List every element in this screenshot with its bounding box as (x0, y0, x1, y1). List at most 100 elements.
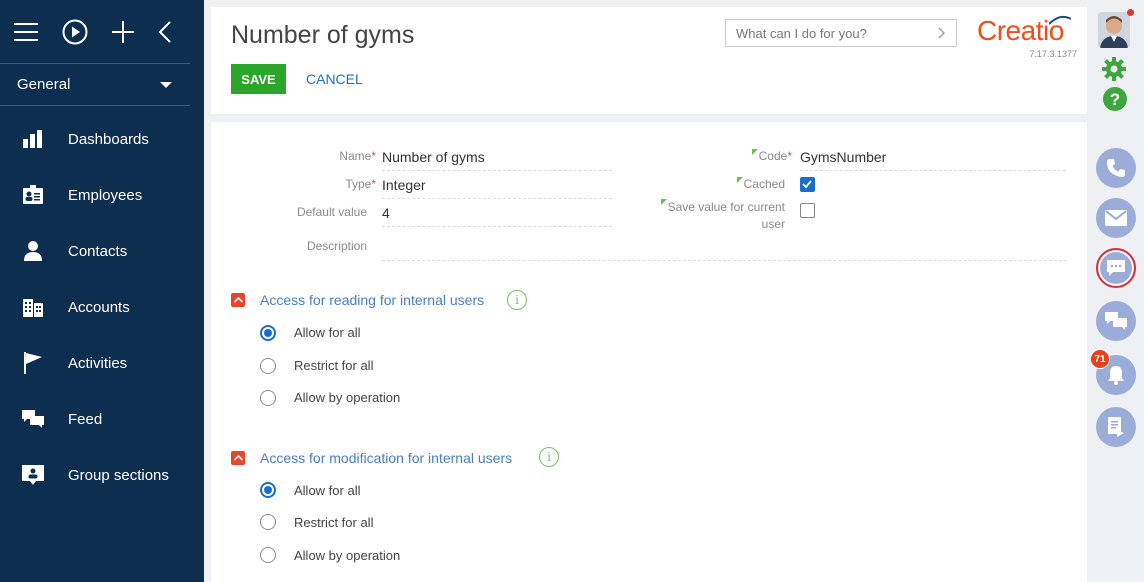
chevron-down-icon (160, 81, 172, 88)
section-title-reading[interactable]: Access for reading for internal users (260, 292, 484, 308)
sidebar-item-activities[interactable]: Activities (0, 335, 204, 391)
name-field-underline (382, 170, 612, 171)
help-icon[interactable]: ? (1102, 86, 1128, 117)
employees-icon (22, 184, 44, 206)
info-icon[interactable]: i (507, 290, 527, 310)
bell-icon (1108, 366, 1124, 385)
section-nav: Dashboards Employees Contacts Accounts A… (0, 106, 204, 503)
gear-icon[interactable] (1101, 56, 1127, 87)
default-value-label: Default value (296, 205, 367, 219)
info-icon[interactable]: i (539, 447, 559, 467)
type-label: Type* (301, 177, 376, 191)
indicator-triangle-icon (751, 149, 758, 155)
radio-reading-restrict-all[interactable] (260, 358, 276, 374)
radio-label: Allow by operation (294, 548, 401, 563)
required-marker: * (371, 177, 376, 191)
radio-label: Allow for all (294, 325, 361, 340)
chevron-up-icon (233, 297, 243, 303)
sidebar-item-label: Dashboards (68, 130, 149, 148)
sidebar-topbar (0, 0, 190, 64)
email-icon (1105, 210, 1127, 226)
required-marker: * (371, 149, 376, 163)
cached-label: Cached (711, 177, 785, 191)
logo-swoosh-icon (1049, 15, 1071, 25)
page-title: Number of gyms (231, 21, 415, 49)
sidebar-item-employees[interactable]: Employees (0, 167, 204, 223)
sidebar-item-group-sections[interactable]: Group sections (0, 447, 204, 503)
chat-icon (1107, 260, 1125, 276)
status-dot (1127, 9, 1134, 16)
default-value-underline (382, 226, 612, 227)
plus-icon[interactable] (112, 18, 134, 46)
sidebar-item-contacts[interactable]: Contacts (0, 223, 204, 279)
type-field[interactable]: Integer (382, 177, 426, 193)
radio-reading-allow-all[interactable] (260, 325, 276, 341)
command-search-input[interactable]: What can I do for you? (725, 19, 957, 47)
chevron-up-icon (233, 455, 243, 461)
description-field[interactable] (382, 239, 1067, 259)
name-label: Name* (301, 149, 376, 163)
activities-icon (22, 352, 44, 374)
radio-label: Allow by operation (294, 390, 401, 405)
page-header: Number of gyms SAVE CANCEL What can I do… (211, 7, 1087, 114)
sidebar-item-label: Group sections (68, 466, 169, 484)
sidebar-item-label: Contacts (68, 242, 128, 260)
phone-button[interactable] (1096, 148, 1136, 188)
radio-modification-allow-all[interactable] (260, 482, 276, 498)
sidebar-item-accounts[interactable]: Accounts (0, 279, 204, 335)
description-underline (382, 260, 1067, 261)
version-number: 7.17.3.1377 (1029, 49, 1077, 59)
accounts-icon (22, 296, 44, 318)
feed-panel-button[interactable] (1096, 301, 1136, 341)
chat-button[interactable] (1096, 248, 1136, 288)
indicator-triangle-icon (660, 199, 667, 205)
name-label-text: Name (339, 149, 372, 163)
cached-checkbox[interactable] (800, 177, 815, 192)
sidebar-item-feed[interactable]: Feed (0, 391, 204, 447)
collapse-section-reading-button[interactable] (231, 293, 245, 307)
type-field-underline (382, 198, 612, 199)
radio-label: Restrict for all (294, 515, 374, 530)
save-value-current-user-checkbox[interactable] (800, 203, 815, 218)
phone-icon (1107, 159, 1125, 177)
sidebar-item-dashboards[interactable]: Dashboards (0, 111, 204, 167)
chevron-right-icon (938, 27, 945, 39)
default-value-field[interactable]: 4 (382, 205, 390, 221)
contacts-icon (22, 240, 44, 262)
required-marker: * (787, 149, 792, 163)
document-icon (1108, 417, 1124, 437)
cancel-button[interactable]: CANCEL (306, 71, 363, 87)
communication-panel: ? 71 (1087, 0, 1144, 582)
name-field[interactable]: Number of gyms (382, 149, 485, 165)
sidebar-item-label: Employees (68, 186, 143, 204)
section-title-modification[interactable]: Access for modification for internal use… (260, 450, 512, 466)
dashboards-icon (22, 128, 44, 150)
email-button[interactable] (1096, 198, 1136, 238)
save-value-current-user-label: Save value for current user (641, 199, 785, 233)
collapse-chevron-icon[interactable] (158, 18, 172, 46)
sidebar-item-label: Accounts (68, 298, 130, 316)
save-value-label-line1: Save value for current (641, 199, 785, 216)
save-value-text-1: Save value for current (667, 200, 785, 214)
description-label: Description (306, 239, 367, 253)
menu-icon[interactable] (14, 18, 38, 46)
save-value-label-line2: user (761, 217, 785, 231)
code-label: Code* (711, 149, 792, 163)
cached-label-text: Cached (743, 177, 785, 191)
radio-modification-by-operation[interactable] (260, 547, 276, 563)
code-field-underline (800, 170, 1066, 171)
avatar[interactable] (1098, 12, 1130, 48)
workspace-selector[interactable]: General (0, 64, 190, 106)
processes-button[interactable] (1096, 407, 1136, 447)
collapse-section-modification-button[interactable] (231, 451, 245, 465)
play-icon[interactable] (62, 18, 88, 46)
search-placeholder: What can I do for you? (736, 25, 867, 41)
save-button[interactable]: SAVE (231, 64, 286, 94)
radio-modification-restrict-all[interactable] (260, 514, 276, 530)
code-field[interactable]: GymsNumber (800, 149, 886, 165)
radio-reading-by-operation[interactable] (260, 390, 276, 406)
sidebar: General Dashboards Employees Contacts Ac… (0, 0, 204, 582)
messages-icon (1105, 312, 1127, 330)
main-form: Name* Number of gyms Type* Integer Defau… (211, 122, 1087, 582)
code-label-text: Code (758, 149, 788, 163)
